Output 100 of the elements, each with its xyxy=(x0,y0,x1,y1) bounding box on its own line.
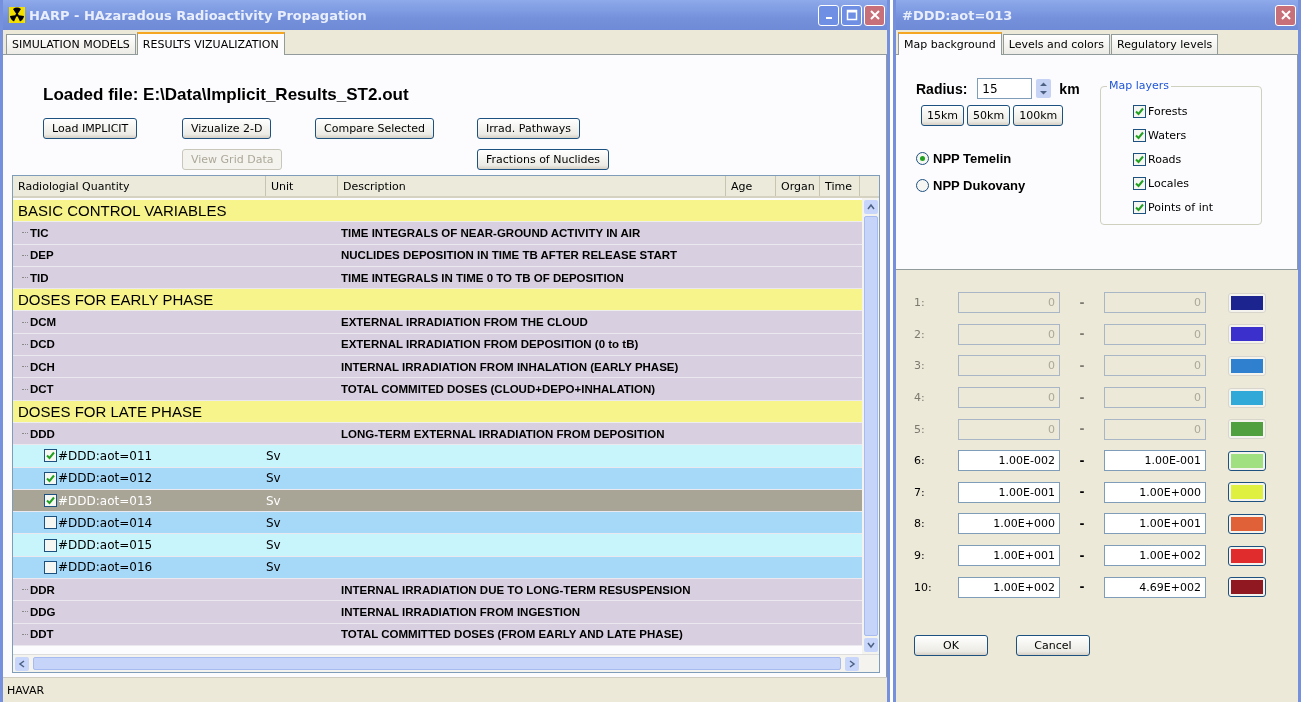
column-header[interactable]: Radiologial Quantity xyxy=(13,176,266,196)
color-swatch[interactable] xyxy=(1228,545,1266,566)
action-button[interactable]: Load IMPLICIT xyxy=(43,118,138,139)
color-swatch[interactable] xyxy=(1228,513,1266,534)
quantity-description: TOTAL COMMITTED DOSES (FROM EARLY AND LATE PHASE) xyxy=(341,628,683,641)
checkbox[interactable] xyxy=(44,516,57,530)
checkbox[interactable] xyxy=(1133,152,1146,166)
level-to-field[interactable]: 1.00E+001 xyxy=(1104,513,1206,535)
item-row[interactable]: DDR INTERNAL IRRADIATION DUE TO LONG-TERM RESUSPENSION xyxy=(13,579,862,602)
level-to-field[interactable]: 1.00E+002 xyxy=(1104,545,1206,567)
tab[interactable]: Levels and colors xyxy=(1002,34,1111,54)
scroll-thumb[interactable] xyxy=(863,216,878,636)
window-title: #DDD:aot=013 xyxy=(902,7,1014,23)
checkbox[interactable] xyxy=(44,494,57,507)
group-row[interactable]: DOSES FOR LATE PHASE xyxy=(13,400,862,423)
item-row[interactable]: TID TIME INTEGRALS IN TIME 0 TO TB OF DEPOSITION xyxy=(13,266,862,290)
color-swatch[interactable] xyxy=(1228,482,1266,503)
checkbox[interactable] xyxy=(44,449,57,463)
scroll-up-icon[interactable] xyxy=(863,200,878,214)
result-row[interactable]: #DDD:aot=012 Sv xyxy=(13,467,862,490)
radio-icon[interactable] xyxy=(916,179,929,192)
level-to-field[interactable]: 1.00E+000 xyxy=(1104,481,1206,503)
group-row[interactable]: DOSES FOR EARLY PHASE xyxy=(13,289,862,312)
preset-button[interactable]: 100km xyxy=(1013,105,1064,126)
tab[interactable]: Map background xyxy=(898,32,1002,55)
action-button[interactable]: Vizualize 2-D xyxy=(182,118,272,139)
maximize-button[interactable] xyxy=(841,4,862,26)
plant-radio[interactable]: NPP Temelin xyxy=(916,151,1100,166)
column-header[interactable]: Unit xyxy=(266,176,338,196)
checkbox[interactable] xyxy=(1133,200,1146,214)
level-from-field[interactable]: 1.00E-002 xyxy=(958,450,1060,472)
checkbox[interactable] xyxy=(1133,128,1146,142)
level-to-field[interactable]: 4.69E+002 xyxy=(1104,576,1206,598)
preset-button[interactable]: 50km xyxy=(967,105,1011,126)
result-row[interactable]: #DDD:aot=014 Sv xyxy=(13,512,862,535)
checkbox[interactable] xyxy=(44,538,57,552)
layer-checkbox[interactable]: Locales xyxy=(1133,175,1261,191)
horizontal-scrollbar[interactable] xyxy=(13,654,879,672)
item-row[interactable]: DDT TOTAL COMMITTED DOSES (FROM EARLY AND LATE PHASE) xyxy=(13,623,862,646)
column-header[interactable]: Time xyxy=(820,176,860,196)
vertical-scrollbar[interactable] xyxy=(862,198,879,654)
level-from-field[interactable]: 1.00E+002 xyxy=(958,576,1060,598)
result-row[interactable]: #DDD:aot=011 Sv xyxy=(13,445,862,468)
column-header[interactable]: Age xyxy=(726,176,776,196)
scroll-thumb[interactable] xyxy=(33,657,841,670)
quantity-description: NUCLIDES DEPOSITION IN TIME TB AFTER RELEASE START xyxy=(341,249,678,262)
color-swatch[interactable] xyxy=(1228,450,1266,471)
level-label: 3: xyxy=(914,359,926,373)
item-row[interactable]: DCM EXTERNAL IRRADIATION FROM THE CLOUD xyxy=(13,311,862,334)
maximize-icon xyxy=(845,9,858,21)
close-button[interactable] xyxy=(864,4,885,26)
dialog-button[interactable]: Cancel xyxy=(1016,634,1090,656)
level-from-field[interactable]: 1.00E+000 xyxy=(958,513,1060,535)
column-header[interactable]: Description xyxy=(338,176,726,196)
layer-checkbox[interactable]: Points of int xyxy=(1133,199,1261,215)
radius-field[interactable]: 15 xyxy=(977,78,1033,99)
item-row[interactable]: DCD EXTERNAL IRRADIATION FROM DEPOSITION (0 to tB) xyxy=(13,333,862,357)
unit-label: Sv xyxy=(266,515,281,530)
column-header[interactable]: Organ xyxy=(776,176,820,196)
item-row[interactable]: DDG INTERNAL IRRADIATION FROM INGESTION xyxy=(13,601,862,624)
unit-label: Sv xyxy=(266,471,281,486)
checkbox[interactable] xyxy=(44,471,57,485)
group-row[interactable]: BASIC CONTROL VARIABLES xyxy=(13,200,862,223)
range-separator: - xyxy=(1078,327,1086,342)
quantity-code: DCT xyxy=(30,383,54,395)
preset-button[interactable]: 15km xyxy=(921,105,965,126)
level-from-field[interactable]: 1.00E+001 xyxy=(958,545,1060,567)
checkbox[interactable] xyxy=(44,560,57,574)
item-row[interactable]: DCT TOTAL COMMITED DOSES (CLOUD+DEPO+INHALATION) xyxy=(13,378,862,401)
scroll-left-icon[interactable] xyxy=(15,656,29,671)
action-button[interactable]: Irrad. Pathways xyxy=(477,118,580,139)
item-row[interactable]: DEP NUCLIDES DEPOSITION IN TIME TB AFTER RELEASE START xyxy=(13,244,862,267)
tab[interactable]: RESULTS VIZUALIZATION xyxy=(136,32,285,55)
color-swatch[interactable] xyxy=(1228,577,1266,598)
tab[interactable]: SIMULATION MODELS xyxy=(6,34,136,54)
level-from-field[interactable]: 1.00E-001 xyxy=(958,481,1060,503)
action-button[interactable]: Fractions of Nuclides xyxy=(477,149,610,170)
action-button[interactable]: Compare Selected xyxy=(315,118,435,139)
tab[interactable]: Regulatory levels xyxy=(1111,34,1219,54)
dialog-button[interactable]: OK xyxy=(914,634,988,656)
item-row[interactable]: DDD LONG-TERM EXTERNAL IRRADIATION FROM DEPOSITION xyxy=(13,422,862,446)
minimize-button[interactable] xyxy=(818,4,839,26)
item-row[interactable]: DCH INTERNAL IRRADIATION FROM INHALATION (EARLY PHASE) xyxy=(13,356,862,379)
radio-icon[interactable] xyxy=(916,152,929,165)
spinner-icon[interactable] xyxy=(1036,79,1052,98)
layer-checkbox[interactable]: Roads xyxy=(1133,151,1261,167)
minimize-icon xyxy=(825,17,832,19)
result-row[interactable]: #DDD:aot=015 Sv xyxy=(13,534,862,557)
plant-radio[interactable]: NPP Dukovany xyxy=(916,178,1100,193)
layer-checkbox[interactable]: Forests xyxy=(1133,103,1261,119)
result-row[interactable]: #DDD:aot=016 Sv xyxy=(13,556,862,580)
scroll-right-icon[interactable] xyxy=(845,656,859,671)
level-to-field[interactable]: 1.00E-001 xyxy=(1104,450,1206,472)
quantity-description: INTERNAL IRRADIATION FROM INGESTION xyxy=(341,606,581,618)
close-button[interactable] xyxy=(1275,4,1296,26)
item-row[interactable]: TIC TIME INTEGRALS OF NEAR-GROUND ACTIVITY IN AIR xyxy=(13,222,862,245)
checkbox[interactable] xyxy=(1133,176,1146,190)
scroll-down-icon[interactable] xyxy=(863,638,878,652)
checkbox[interactable] xyxy=(1133,104,1146,118)
layer-checkbox[interactable]: Waters xyxy=(1133,127,1261,143)
